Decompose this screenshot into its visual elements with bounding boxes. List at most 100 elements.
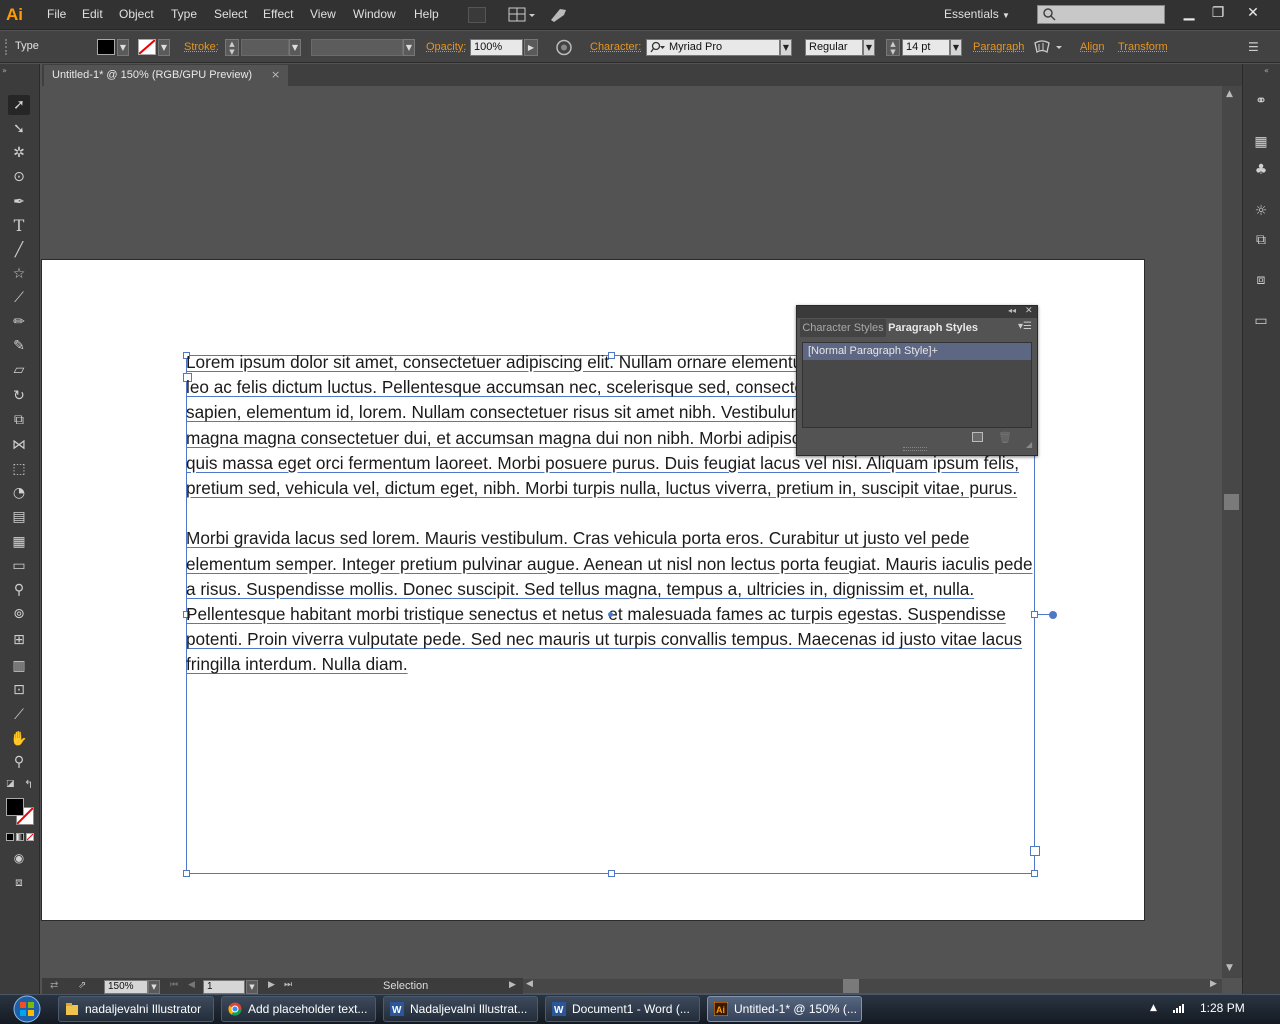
- paragraph-label[interactable]: Paragraph: [973, 41, 1024, 53]
- restore-button[interactable]: ❐: [1203, 2, 1233, 24]
- color-guide-icon[interactable]: ⚭: [1250, 91, 1272, 111]
- color-mode-icon[interactable]: [6, 833, 14, 841]
- tab-character-styles[interactable]: Character Styles: [800, 319, 886, 337]
- swap-fill-stroke-icon[interactable]: ↰: [24, 778, 33, 791]
- menu-type[interactable]: Type: [171, 7, 197, 21]
- menu-effect[interactable]: Effect: [263, 7, 293, 21]
- taskbar-item-chrome[interactable]: Add placeholder text...: [221, 996, 376, 1022]
- panel-corner-resize-icon[interactable]: ◢: [1026, 440, 1032, 449]
- collapse-tools-icon[interactable]: »: [2, 66, 7, 75]
- symbol-sprayer-tool-icon[interactable]: ⊞: [8, 630, 30, 650]
- out-port[interactable]: [1030, 846, 1040, 856]
- next-artboard-icon[interactable]: ▶: [268, 980, 275, 990]
- new-style-icon[interactable]: [972, 432, 983, 442]
- taskbar-item-explorer[interactable]: nadaljevalni Illustrator: [58, 996, 214, 1022]
- direct-selection-tool-icon[interactable]: ➘: [8, 119, 30, 139]
- font-size-dropdown[interactable]: ▼: [950, 39, 962, 56]
- network-icon[interactable]: [1172, 1002, 1186, 1014]
- opacity-label[interactable]: Opacity:: [426, 41, 466, 53]
- perspective-grid-tool-icon[interactable]: ▤: [8, 507, 30, 527]
- swatches-icon[interactable]: ▦: [1250, 132, 1272, 152]
- arrange-documents-icon[interactable]: [508, 6, 536, 24]
- tab-paragraph-styles[interactable]: Paragraph Styles: [887, 319, 979, 337]
- blend-tool-icon[interactable]: ⊚: [8, 604, 30, 624]
- help-search-input[interactable]: [1037, 5, 1165, 24]
- pencil-tool-icon[interactable]: ✏: [8, 312, 30, 332]
- shape-builder-tool-icon[interactable]: ◔: [8, 483, 30, 503]
- horizontal-scroll-thumb[interactable]: [843, 979, 859, 993]
- vertical-scroll-thumb[interactable]: [1224, 494, 1239, 510]
- menu-view[interactable]: View: [310, 7, 336, 21]
- stroke-color-dropdown[interactable]: ▼: [158, 39, 170, 56]
- variable-width-dropdown[interactable]: ▼: [403, 39, 415, 56]
- character-label[interactable]: Character:: [590, 41, 641, 53]
- none-mode-icon[interactable]: [26, 833, 34, 841]
- scroll-up-icon[interactable]: ▲: [1226, 89, 1233, 99]
- stroke-weight-stepper[interactable]: ▲ ▼: [225, 39, 239, 56]
- star-tool-icon[interactable]: ☆: [8, 264, 30, 284]
- last-artboard-icon[interactable]: ⏭: [284, 980, 292, 990]
- taskbar-item-illustrator[interactable]: Ai Untitled-1* @ 150% (...: [707, 996, 862, 1022]
- fill-dropdown[interactable]: ▼: [117, 39, 129, 56]
- bridge-icon[interactable]: [468, 7, 486, 23]
- paragraph-style-item[interactable]: [Normal Paragraph Style]+: [803, 343, 1031, 360]
- width-tool-icon[interactable]: ⋈: [8, 435, 30, 455]
- scroll-left-icon[interactable]: ◀: [526, 979, 533, 989]
- font-family-field[interactable]: Myriad Pro: [646, 39, 780, 56]
- menu-edit[interactable]: Edit: [82, 7, 103, 21]
- workspace-switcher[interactable]: Essentials ▼: [944, 7, 1010, 21]
- line-segment-tool-icon[interactable]: ╱: [8, 240, 30, 260]
- rotate-tool-icon[interactable]: ↻: [8, 386, 30, 406]
- eraser-tool-icon[interactable]: ▱: [8, 360, 30, 380]
- font-style-dropdown[interactable]: ▼: [863, 39, 875, 56]
- zoom-tool-icon[interactable]: ⚲: [8, 752, 30, 772]
- magic-wand-tool-icon[interactable]: ✲: [8, 143, 30, 163]
- envelope-warp-icon[interactable]: [1032, 39, 1066, 56]
- panel-menu-icon[interactable]: ▾☰: [1018, 321, 1032, 332]
- status-menu-icon[interactable]: ▶: [509, 980, 516, 990]
- bounding-handle-bottom[interactable]: [608, 870, 615, 877]
- menu-object[interactable]: Object: [119, 7, 154, 21]
- menu-window[interactable]: Window: [353, 7, 396, 21]
- variable-width-profile[interactable]: [311, 39, 403, 56]
- paintbrush-tool-icon[interactable]: ⟋: [8, 288, 30, 308]
- menu-select[interactable]: Select: [214, 7, 247, 21]
- screen-mode-icon[interactable]: ⧈: [8, 872, 30, 892]
- type-tool-icon[interactable]: T: [8, 216, 30, 236]
- stroke-label[interactable]: Stroke:: [184, 41, 219, 53]
- mesh-tool-icon[interactable]: ▦: [8, 532, 30, 552]
- bounding-handle-bl[interactable]: [183, 870, 190, 877]
- vertical-scrollbar[interactable]: [1222, 86, 1242, 978]
- font-size-stepper[interactable]: ▲ ▼: [886, 39, 900, 56]
- document-tab[interactable]: Untitled-1* @ 150% (RGB/GPU Preview): [44, 65, 288, 86]
- panel-resize-grip[interactable]: [903, 447, 927, 451]
- graphic-styles-icon[interactable]: ⧉: [1250, 230, 1272, 250]
- share-icon[interactable]: ⇗: [78, 980, 86, 991]
- gradient-tool-icon[interactable]: ▭: [8, 556, 30, 576]
- scroll-down-icon[interactable]: ▼: [1226, 963, 1233, 973]
- panel-titlebar[interactable]: [797, 306, 1037, 318]
- font-family-dropdown[interactable]: ▼: [780, 39, 792, 56]
- close-panel-icon[interactable]: ✕: [1025, 306, 1033, 316]
- collapse-panel-icon[interactable]: ◂◂: [1008, 306, 1016, 315]
- scroll-right-icon[interactable]: ▶: [1210, 979, 1217, 989]
- appearance-icon[interactable]: ☼: [1250, 201, 1272, 221]
- lasso-tool-icon[interactable]: ⊙: [8, 167, 30, 187]
- zoom-dropdown[interactable]: ▼: [148, 980, 160, 994]
- eyedropper-tool-icon[interactable]: ⚲: [8, 580, 30, 600]
- close-document-tab-icon[interactable]: ×: [271, 66, 280, 84]
- drawing-modes-icon[interactable]: ◉: [8, 848, 30, 868]
- start-button[interactable]: [8, 994, 46, 1024]
- expand-dock-icon[interactable]: «: [1264, 66, 1269, 75]
- stroke-weight-field[interactable]: [241, 39, 289, 56]
- control-bar-menu-icon[interactable]: ☰: [1248, 40, 1259, 54]
- gpu-icon[interactable]: ⇄: [50, 980, 58, 991]
- stroke-weight-dropdown[interactable]: ▼: [289, 39, 301, 56]
- zoom-field[interactable]: 150%: [104, 980, 148, 994]
- stroke-color-swatch[interactable]: [138, 39, 156, 55]
- align-label[interactable]: Align: [1080, 41, 1104, 53]
- column-graph-tool-icon[interactable]: ▥: [8, 656, 30, 676]
- selection-tool-icon[interactable]: ➚: [8, 95, 30, 115]
- pen-tool-icon[interactable]: ✒: [8, 192, 30, 212]
- delete-style-icon[interactable]: 🗑: [998, 431, 1012, 444]
